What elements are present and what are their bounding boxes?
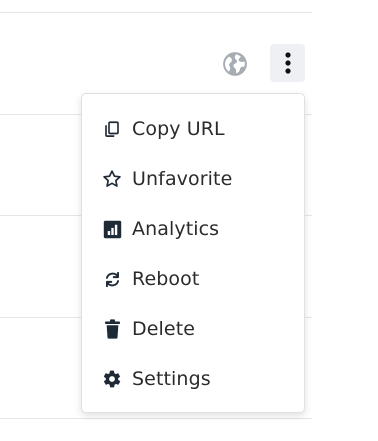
menu-item-label: Analytics: [132, 218, 220, 240]
context-menu: Copy URL Unfavorite Analytics Reboot Del…: [81, 93, 305, 413]
menu-item-unfavorite[interactable]: Unfavorite: [82, 154, 304, 204]
menu-item-analytics[interactable]: Analytics: [82, 204, 304, 254]
menu-item-label: Delete: [132, 318, 196, 340]
row-divider: [0, 12, 312, 13]
more-vertical-icon: [284, 52, 291, 74]
menu-item-delete[interactable]: Delete: [82, 304, 304, 354]
reboot-icon: [101, 268, 123, 290]
more-options-button[interactable]: [270, 44, 305, 82]
globe-icon[interactable]: [222, 51, 248, 77]
page: Copy URL Unfavorite Analytics Reboot Del…: [0, 0, 378, 441]
copy-icon: [101, 118, 123, 140]
menu-item-copy-url[interactable]: Copy URL: [82, 104, 304, 154]
analytics-icon: [101, 218, 123, 240]
menu-item-label: Unfavorite: [132, 168, 233, 190]
menu-item-reboot[interactable]: Reboot: [82, 254, 304, 304]
gear-icon: [101, 368, 123, 390]
menu-item-label: Copy URL: [132, 118, 225, 140]
star-outline-icon: [101, 168, 123, 190]
row-divider: [0, 418, 312, 419]
menu-item-label: Settings: [132, 368, 211, 390]
trash-icon: [101, 318, 123, 340]
menu-item-settings[interactable]: Settings: [82, 354, 304, 404]
menu-item-label: Reboot: [132, 268, 200, 290]
